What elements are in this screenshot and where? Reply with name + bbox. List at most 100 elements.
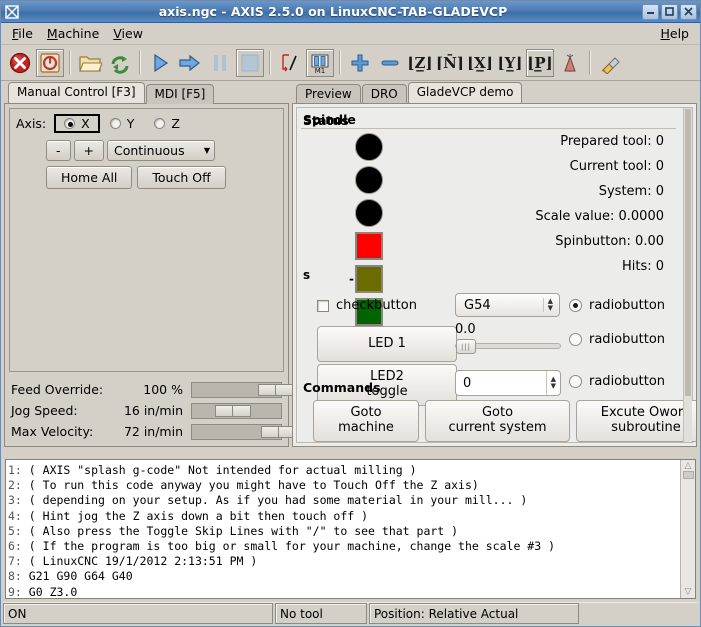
radio-indicator-icon [569, 333, 582, 346]
tab-mdi[interactable]: MDI [F5] [145, 84, 215, 104]
gcode-line-number: 5: [8, 523, 22, 538]
spinner-arrows-icon[interactable]: ▲ ▼ [545, 371, 560, 395]
menu-machine[interactable]: Machine [40, 24, 106, 43]
view-z2-icon[interactable]: ⌈N̄⌉ [436, 49, 464, 77]
updown-chevron-icon[interactable]: ▲ ▼ [542, 298, 557, 312]
menu-view[interactable]: View [106, 24, 150, 43]
slider-thumb[interactable] [215, 404, 252, 417]
gcode-line-number: 4: [8, 508, 22, 523]
manual-control-empty-area [16, 189, 277, 366]
goto-current-system-button[interactable]: Goto current system [425, 400, 570, 442]
tab-dro[interactable]: DRO [361, 84, 407, 104]
jog-speed-label: Jog Speed: [11, 403, 78, 418]
status-system: System: 0 [598, 184, 664, 199]
minimize-button[interactable] [642, 3, 659, 20]
zoom-out-icon[interactable] [376, 49, 404, 77]
led-yellow [355, 265, 383, 293]
scroll-up-arrow-icon[interactable]: △ [685, 461, 692, 471]
axis-radio-x[interactable]: X [54, 114, 100, 133]
zoom-in-icon[interactable] [346, 49, 374, 77]
title-bar: axis.ngc - AXIS 2.5.0 on LinuxCNC-TAB-GL… [1, 1, 700, 23]
gcode-line-text: ( LinuxCNC 19/1/2012 2:13:51 PM ) [28, 554, 258, 569]
radio-indicator-icon [569, 375, 582, 388]
commands-frame-title: Commands [303, 380, 381, 395]
execute-oword-subroutine-button[interactable]: Excute Oword subroutine [576, 400, 696, 442]
tab-manual-control[interactable]: Manual Control [F3] [8, 82, 145, 103]
feed-override-row: Feed Override: 100 % [11, 379, 294, 400]
checkbutton-label: checkbutton [336, 298, 417, 313]
menu-file-rest: ile [18, 26, 33, 41]
scale-slider[interactable]: ||| [455, 339, 561, 354]
menu-file[interactable]: File [5, 24, 40, 43]
stop-program-icon[interactable] [236, 48, 264, 77]
axis-radio-z[interactable]: Z [144, 114, 190, 133]
menu-machine-rest: achine [57, 26, 100, 41]
radiobutton-3[interactable]: radiobutton [569, 374, 665, 389]
step-program-icon[interactable] [176, 49, 204, 77]
max-velocity-slider[interactable] [191, 423, 298, 440]
jog-minus-button[interactable]: - [46, 140, 71, 161]
tab-gladevcp-demo[interactable]: GladeVCP demo [407, 82, 523, 103]
gcode-line-text: ( If the program is too big or small for… [28, 539, 555, 554]
tab-preview[interactable]: Preview [296, 84, 361, 104]
slider-thumb[interactable] [257, 383, 294, 396]
svg-text:M1: M1 [315, 67, 326, 74]
jog-increment-combo[interactable]: Continuous ▼ [107, 140, 215, 161]
led1-button[interactable]: LED 1 [317, 326, 457, 362]
jog-plus-button[interactable]: + [73, 140, 104, 161]
view-z-icon[interactable]: ⌊Z̲⌋ [406, 49, 434, 77]
spinbutton-value: 0 [463, 375, 472, 391]
status-position-mode: Position: Relative Actual [369, 603, 579, 624]
toggle-skip-lines-icon[interactable] [276, 49, 304, 77]
gcode-line-number: 1: [8, 463, 22, 477]
toolbar-separator [139, 50, 141, 75]
gcode-line-number: 6: [8, 539, 22, 554]
status-hits: Hits: 0 [621, 259, 664, 274]
led-spindle-brake [355, 199, 383, 227]
pause-program-icon[interactable] [206, 49, 234, 77]
optional-stop-icon[interactable]: M1 [306, 48, 334, 77]
window-menu-icon[interactable] [4, 4, 20, 20]
gladevcp-scrollbar[interactable] [683, 108, 692, 442]
slider-thumb[interactable]: ||| [456, 339, 476, 354]
reload-file-icon[interactable] [106, 49, 134, 77]
feed-override-slider[interactable] [191, 381, 294, 398]
estop-toggle-icon[interactable] [6, 49, 34, 77]
tool-touch-icon[interactable] [556, 49, 584, 77]
toolbar-separator [69, 50, 71, 75]
axis-radio-y[interactable]: Y [100, 114, 145, 133]
window-buttons [642, 3, 697, 20]
status-frame-title: Status [303, 113, 349, 128]
open-file-icon[interactable] [76, 49, 104, 77]
scroll-down-arrow-icon[interactable]: ▽ [685, 587, 692, 597]
view-x-icon[interactable]: ⌊X̲⌋ [466, 49, 494, 77]
scrollbar-thumb[interactable] [685, 109, 691, 397]
maximize-button[interactable] [661, 3, 678, 20]
scale-control: 0.0 ||| [455, 322, 561, 354]
gcode-line-number: 7: [8, 554, 22, 569]
home-all-button[interactable]: Home All [46, 166, 133, 189]
machine-power-icon[interactable] [36, 48, 64, 77]
touch-off-button[interactable]: Touch Off [137, 166, 226, 189]
view-p-icon[interactable]: ⌊P̲⌋ [526, 48, 554, 77]
left-tab-strip: Manual Control [F3] MDI [F5] [4, 82, 289, 104]
gcode-line-text: ( To run this code anyway you might have… [28, 478, 479, 493]
clear-plot-icon[interactable] [596, 49, 624, 77]
gcode-scrollbar[interactable]: △ ▽ [680, 460, 695, 598]
scrollbar-thumb[interactable] [682, 471, 694, 479]
jog-speed-slider[interactable] [191, 402, 282, 419]
checkbox-icon[interactable] [317, 299, 329, 312]
goto-machine-button[interactable]: Goto machine [313, 400, 419, 442]
menu-help[interactable]: Help [653, 24, 696, 43]
manual-control-frame: Axis: X Y Z - + Continuous ▼ Home All To… [9, 108, 284, 372]
radiobutton-1[interactable]: radiobutton [569, 298, 665, 313]
view-y-icon[interactable]: ⌊Y̲⌋ [496, 49, 524, 77]
close-button[interactable] [680, 3, 697, 20]
spinbutton-control[interactable]: 0 ▲ ▼ [455, 370, 561, 396]
radiobutton-2[interactable]: radiobutton [569, 332, 665, 347]
gcode-text[interactable]: 1: ( AXIS "splash g-code" Not intended f… [6, 460, 680, 598]
checkbutton-control[interactable]: checkbutton [317, 298, 417, 313]
coordinate-system-combo[interactable]: G54 ▲ ▼ [455, 293, 560, 317]
run-program-icon[interactable] [146, 49, 174, 77]
main-body: Manual Control [F3] MDI [F5] Axis: X Y Z… [1, 81, 700, 447]
